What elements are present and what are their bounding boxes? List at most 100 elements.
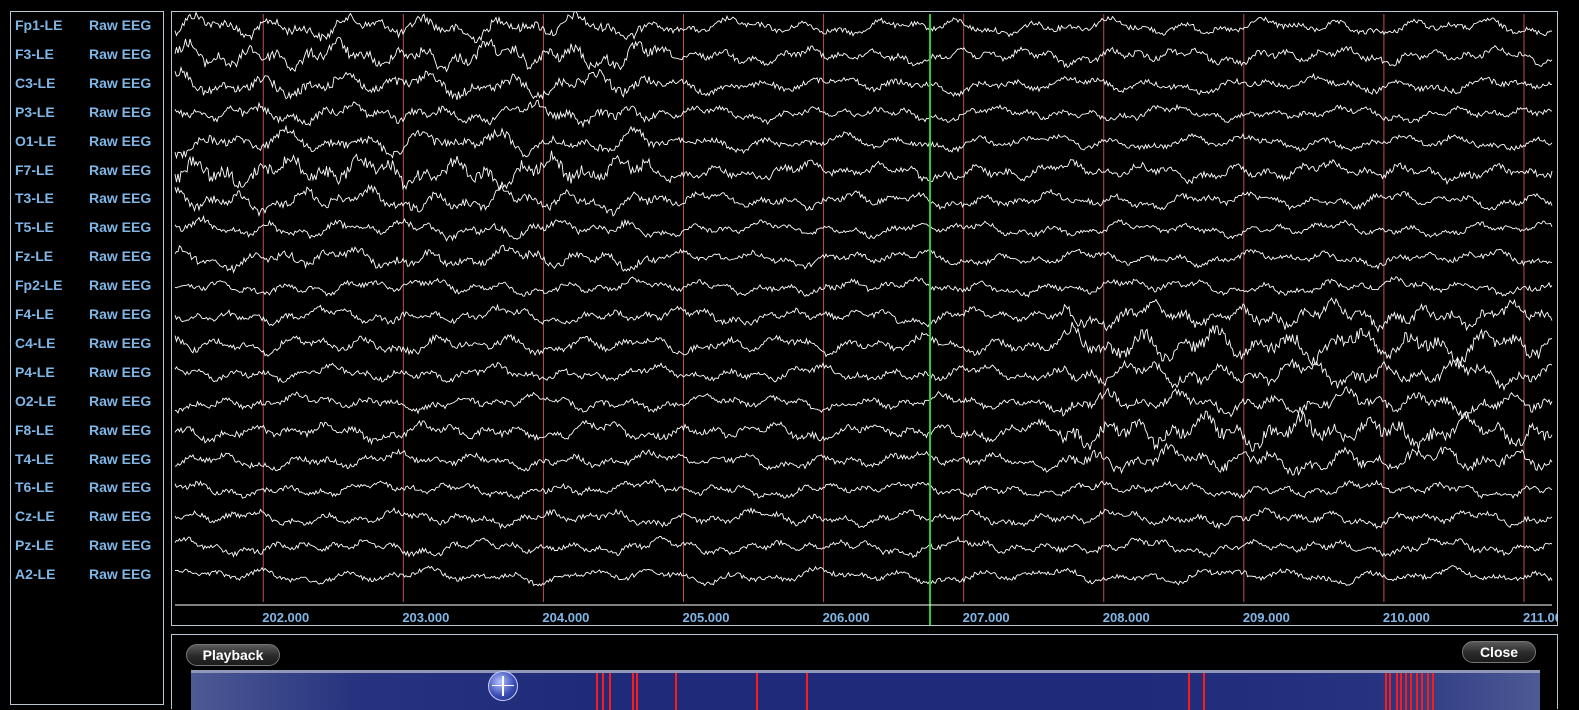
eeg-trace	[174, 214, 1553, 242]
eeg-trace	[174, 506, 1553, 530]
event-marker	[609, 673, 612, 710]
eeg-trace	[174, 297, 1553, 334]
channel-name: F7-LE	[15, 161, 54, 178]
channel-type: Raw EEG	[89, 306, 152, 322]
eeg-trace	[174, 386, 1553, 420]
event-marker	[595, 673, 598, 710]
channel-row: P3-LE Raw EEG	[11, 104, 165, 124]
channel-row: C4-LE Raw EEG	[11, 335, 165, 355]
channel-name: T5-LE	[15, 219, 54, 236]
timeline-scrubber[interactable]	[191, 670, 1540, 710]
close-button[interactable]: Close	[1462, 641, 1536, 663]
channel-type: Raw EEG	[89, 161, 152, 178]
event-marker	[1410, 673, 1413, 710]
event-marker	[806, 673, 809, 710]
time-tick-label: 205.000	[682, 610, 730, 625]
eeg-trace	[174, 150, 1553, 191]
channel-name: T4-LE	[15, 450, 54, 467]
channel-name: Fp1-LE	[15, 17, 63, 33]
event-marker	[1202, 673, 1205, 710]
channel-type: Raw EEG	[89, 392, 152, 409]
time-tick-label: 208.000	[1102, 610, 1150, 625]
event-marker	[636, 673, 639, 710]
channel-type: Raw EEG	[89, 566, 152, 583]
channel-type: Raw EEG	[89, 190, 152, 207]
time-tick-label: 211.000	[1522, 610, 1557, 625]
event-marker	[1388, 673, 1391, 710]
eeg-trace	[174, 124, 1553, 160]
event-marker	[1395, 673, 1398, 710]
channel-name: P4-LE	[15, 363, 55, 380]
eeg-trace	[174, 183, 1553, 217]
eeg-trace	[174, 12, 1553, 44]
scrubber-handle[interactable]	[487, 671, 518, 701]
channel-name: Fp2-LE	[15, 277, 63, 294]
channel-name: T3-LE	[15, 190, 54, 207]
eeg-trace	[174, 358, 1553, 392]
time-tick-label: 209.000	[1242, 610, 1290, 625]
event-marker	[1421, 673, 1424, 710]
channel-name: A2-LE	[15, 566, 56, 583]
playback-controls: Playback Close	[171, 634, 1558, 710]
channel-type: Raw EEG	[89, 103, 152, 120]
eeg-plot-area[interactable]: 202.000 203.000 204.000 205.000 206.000 207.0…	[171, 11, 1558, 626]
channel-name: Cz-LE	[15, 508, 55, 525]
channel-row: T5-LE Raw EEG	[11, 219, 165, 239]
channel-type: Raw EEG	[89, 537, 152, 554]
channel-row: Fz-LE Raw EEG	[11, 248, 165, 268]
channel-row: F4-LE Raw EEG	[11, 306, 165, 326]
event-marker	[1384, 673, 1387, 710]
event-marker	[1405, 673, 1408, 710]
channel-row: F8-LE Raw EEG	[11, 422, 165, 442]
eeg-trace	[174, 36, 1553, 73]
channel-type: Raw EEG	[89, 45, 152, 62]
channel-row: F7-LE Raw EEG	[11, 162, 165, 182]
channel-row: P4-LE Raw EEG	[11, 364, 165, 384]
channel-row: F3-LE Raw EEG	[11, 46, 165, 66]
channel-type: Raw EEG	[89, 363, 152, 380]
channel-row: Fp1-LE Raw EEG	[11, 17, 165, 37]
channel-row: O2-LE Raw EEG	[11, 393, 165, 413]
channel-row: Pz-LE Raw EEG	[11, 537, 165, 557]
channel-type: Raw EEG	[89, 277, 152, 294]
eeg-trace	[174, 565, 1553, 587]
channel-name: O1-LE	[15, 132, 57, 149]
channel-type: Raw EEG	[89, 17, 152, 33]
event-marker	[632, 673, 635, 710]
channel-name: Pz-LE	[15, 537, 54, 554]
eeg-trace	[174, 442, 1553, 477]
channel-type: Raw EEG	[89, 479, 152, 496]
channel-type: Raw EEG	[89, 132, 152, 149]
eeg-trace	[174, 99, 1553, 129]
eeg-trace	[174, 410, 1553, 453]
channel-type: Raw EEG	[89, 450, 152, 467]
channel-name: F3-LE	[15, 45, 54, 62]
eeg-trace	[174, 322, 1553, 367]
channel-type: Raw EEG	[89, 334, 152, 351]
channel-type: Raw EEG	[89, 219, 152, 236]
time-tick-label: 210.000	[1382, 610, 1430, 625]
eeg-trace	[174, 65, 1553, 101]
event-marker	[675, 673, 678, 710]
channel-row: O1-LE Raw EEG	[11, 133, 165, 153]
channel-row: C3-LE Raw EEG	[11, 75, 165, 95]
channel-type: Raw EEG	[89, 508, 152, 525]
timeline-track-edge	[191, 670, 1540, 673]
channel-row: A2-LE Raw EEG	[11, 566, 165, 586]
time-tick-label: 202.000	[262, 610, 310, 625]
channel-row: Fp2-LE Raw EEG	[11, 277, 165, 297]
event-marker	[1426, 673, 1429, 710]
event-marker	[1432, 673, 1435, 710]
channel-row: T3-LE Raw EEG	[11, 190, 165, 210]
channel-type: Raw EEG	[89, 248, 152, 265]
channel-type: Raw EEG	[89, 74, 152, 91]
event-marker	[1415, 673, 1418, 710]
channel-name: Fz-LE	[15, 248, 54, 265]
channel-name: F4-LE	[15, 306, 54, 322]
playback-button[interactable]: Playback	[186, 644, 280, 666]
channel-name: C3-LE	[15, 74, 56, 91]
eeg-trace	[174, 535, 1553, 559]
event-marker	[756, 673, 759, 710]
event-marker	[602, 673, 605, 710]
time-tick-label: 203.000	[402, 610, 450, 625]
